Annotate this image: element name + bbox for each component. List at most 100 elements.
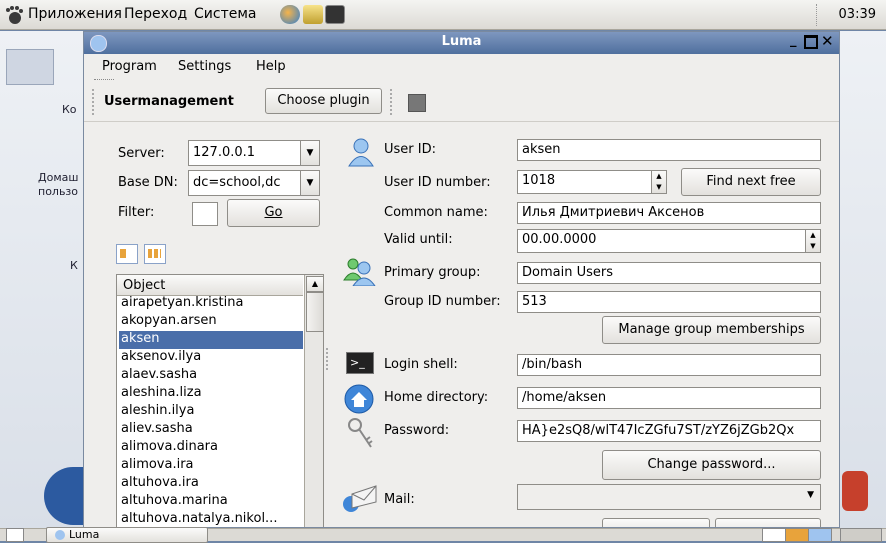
mail-add-button[interactable] <box>602 518 710 527</box>
list-view-icon[interactable] <box>144 244 166 264</box>
minimize-icon[interactable]: _ <box>790 33 797 48</box>
menu-places[interactable]: Переход <box>124 6 187 22</box>
pane-splitter[interactable] <box>326 348 331 370</box>
top-panel: Приложения Переход Система 03:39 <box>0 0 886 30</box>
distro-logo-icon <box>44 467 84 525</box>
login-shell-label: Login shell: <box>384 357 458 372</box>
valid-until-value: 00.00.0000 <box>522 232 597 247</box>
panel-separator <box>816 4 825 26</box>
list-scrollbar[interactable]: ▲ <box>304 275 323 527</box>
home-dir-label: Home directory: <box>384 390 489 405</box>
valid-until-spinner[interactable]: 00.00.0000 ▲ ▼ <box>517 229 821 253</box>
login-shell-input[interactable]: /bin/bash <box>517 354 821 376</box>
plugin-name: Usermanagement <box>104 94 234 109</box>
uid-number-value: 1018 <box>522 173 556 188</box>
list-item[interactable]: aliev.sasha <box>119 421 303 439</box>
key-icon <box>348 418 373 448</box>
list-item[interactable]: altuhova.natalya.nikol... <box>119 511 303 527</box>
tree-view-icon[interactable] <box>116 244 138 264</box>
list-item[interactable]: aleshina.liza <box>119 385 303 403</box>
menu-help[interactable]: Help <box>256 59 286 74</box>
desktop-label: пользо <box>38 185 79 198</box>
change-password-button[interactable]: Change password... <box>602 450 821 480</box>
list-item[interactable]: altuhova.ira <box>119 475 303 493</box>
taskbar-luma-label: Luma <box>69 528 100 541</box>
menu-program[interactable]: Program <box>102 59 157 74</box>
menubar: Program Settings Help <box>84 54 839 80</box>
computer-desktop-icon[interactable] <box>6 49 54 85</box>
common-name-input[interactable]: Илья Дмитриевич Аксенов <box>517 202 821 224</box>
user-icon <box>348 138 374 167</box>
server-value: 127.0.0.1 <box>193 145 256 160</box>
toolbar-grip <box>92 89 97 115</box>
valid-until-label: Valid until: <box>384 232 453 247</box>
menu-applications[interactable]: Приложения <box>28 6 122 22</box>
menu-settings[interactable]: Settings <box>178 59 231 74</box>
chevron-down-icon[interactable]: ▼ <box>300 141 319 165</box>
list-item[interactable]: alimova.dinara <box>119 439 303 457</box>
home-icon <box>344 384 374 414</box>
desktop-label: К <box>70 259 78 272</box>
spin-arrows-icon[interactable]: ▲ ▼ <box>805 230 820 252</box>
manage-groups-button[interactable]: Manage group memberships <box>602 316 821 344</box>
taskbar-luma[interactable]: Luma <box>46 527 208 543</box>
list-item[interactable]: alimova.ira <box>119 457 303 475</box>
scroll-up-icon[interactable]: ▲ <box>306 276 323 292</box>
go-button[interactable]: Go <box>227 199 320 227</box>
server-label: Server: <box>118 146 165 161</box>
terminal-launcher-icon[interactable] <box>325 5 345 24</box>
plugin-icon[interactable] <box>408 94 426 112</box>
password-input[interactable]: HA}e2sQ8/wlT47IcZGfu7ST/zYZ6jZGb2Qx <box>517 420 821 442</box>
spin-arrows-icon[interactable]: ▲ ▼ <box>651 171 666 193</box>
bottom-panel: Luma <box>0 527 886 543</box>
column-object: Object <box>123 278 166 293</box>
user-id-input[interactable]: aksen <box>517 139 821 161</box>
primary-group-input[interactable]: Domain Users <box>517 262 821 284</box>
menubar-grip <box>94 79 114 82</box>
clock[interactable]: 03:39 <box>839 7 876 22</box>
list-item[interactable]: alaev.sasha <box>119 367 303 385</box>
list-item[interactable]: akopyan.arsen <box>119 313 303 331</box>
maximize-icon[interactable] <box>804 35 818 49</box>
window-titlebar[interactable]: Luma _ ✕ <box>84 32 839 54</box>
luma-window: Luma _ ✕ Program Settings Help Usermanag… <box>83 31 840 528</box>
choose-plugin-button[interactable]: Choose plugin <box>265 88 382 114</box>
filter-input[interactable] <box>192 202 218 226</box>
list-item[interactable]: aleshin.ilya <box>119 403 303 421</box>
filter-label: Filter: <box>118 205 155 220</box>
uid-number-label: User ID number: <box>384 175 491 190</box>
toolbar-separator <box>390 89 395 115</box>
basedn-value: dc=school,dc <box>193 175 281 190</box>
browser-launcher-icon[interactable] <box>280 5 300 24</box>
scroll-thumb[interactable] <box>306 292 323 332</box>
mail-launcher-icon[interactable] <box>303 5 323 24</box>
list-item[interactable]: altuhova.marina <box>119 493 303 511</box>
list-item-selected[interactable]: aksen <box>119 331 303 349</box>
object-list[interactable]: Object airapetyan.kristina akopyan.arsen… <box>116 274 324 527</box>
basedn-combo[interactable]: dc=school,dc ▼ <box>188 170 320 196</box>
group-icon <box>343 258 376 286</box>
home-dir-input[interactable]: /home/aksen <box>517 387 821 409</box>
close-icon[interactable]: ✕ <box>821 32 834 50</box>
list-item[interactable]: aksenov.ilya <box>119 349 303 367</box>
chevron-down-icon[interactable]: ▼ <box>807 490 814 500</box>
server-combo[interactable]: 127.0.0.1 ▼ <box>188 140 320 166</box>
mail-remove-button[interactable] <box>715 518 821 527</box>
basedn-label: Base DN: <box>118 175 178 190</box>
password-label: Password: <box>384 423 450 438</box>
gnome-foot-icon[interactable] <box>4 5 24 25</box>
list-item[interactable]: airapetyan.kristina <box>119 295 303 313</box>
uid-number-spinner[interactable]: 1018 ▲ ▼ <box>517 170 667 194</box>
window-title: Luma <box>441 34 482 49</box>
gid-number-label: Group ID number: <box>384 294 501 309</box>
find-next-free-button[interactable]: Find next free <box>681 168 821 196</box>
mail-label: Mail: <box>384 492 415 507</box>
desktop-app-icon <box>842 471 868 511</box>
menu-system[interactable]: Система <box>194 6 256 22</box>
terminal-icon: >_ <box>346 352 374 374</box>
chevron-down-icon[interactable]: ▼ <box>300 171 319 195</box>
user-id-label: User ID: <box>384 142 436 157</box>
list-header[interactable]: Object <box>117 275 303 296</box>
mail-combo[interactable]: ▼ <box>517 484 821 510</box>
gid-number-input[interactable]: 513 <box>517 291 821 313</box>
